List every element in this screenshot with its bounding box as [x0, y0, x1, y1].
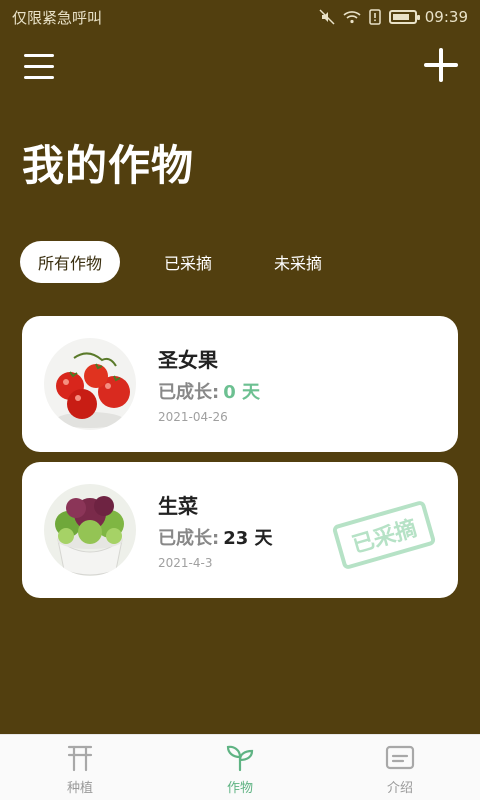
carrier-text: 仅限紧急呼叫	[12, 8, 103, 27]
status-bar: 仅限紧急呼叫 09:39	[0, 0, 480, 34]
tab-not-harvested[interactable]: 未采摘	[256, 241, 340, 283]
bottom-nav: 种植 作物 介绍	[0, 734, 480, 800]
mute-icon	[319, 9, 335, 25]
gate-icon	[67, 745, 93, 772]
menu-icon[interactable]	[24, 48, 58, 82]
filter-tabs: 所有作物 已采摘 未采摘	[20, 241, 340, 283]
growth-info: 已成长: 23 天	[158, 524, 273, 550]
nav-label: 种植	[66, 781, 93, 796]
crop-card[interactable]: 圣女果 已成长: 0 天 2021-04-26	[22, 316, 458, 452]
nav-item-crops[interactable]: 作物	[160, 735, 320, 800]
growth-days: 0 天	[223, 382, 260, 403]
nav-item-planting[interactable]: 种植	[0, 735, 160, 800]
growth-days: 23 天	[223, 528, 273, 549]
alert-icon	[369, 9, 381, 25]
crop-name: 生菜	[158, 494, 198, 518]
growth-label: 已成长:	[158, 382, 220, 403]
top-bar	[0, 44, 480, 90]
harvested-stamp: 已采摘	[331, 499, 437, 571]
sprout-icon	[226, 745, 254, 772]
nav-item-intro[interactable]: 介绍	[320, 735, 480, 800]
planting-date: 2021-04-26	[158, 410, 228, 424]
card-icon	[385, 745, 415, 770]
crop-photo-tomato	[44, 338, 136, 430]
growth-info: 已成长: 0 天	[158, 378, 260, 404]
crop-photo-lettuce	[44, 484, 136, 576]
battery-icon	[388, 10, 420, 24]
growth-label: 已成长:	[158, 528, 220, 549]
tab-harvested[interactable]: 已采摘	[146, 241, 230, 283]
nav-label: 作物	[226, 781, 253, 796]
planting-date: 2021-4-3	[158, 556, 213, 570]
tab-all-crops[interactable]: 所有作物	[20, 241, 121, 283]
status-icons: 09:39	[319, 8, 468, 26]
wifi-icon	[343, 11, 361, 24]
crop-card[interactable]: 生菜 已成长: 23 天 2021-4-3 已采摘	[22, 462, 458, 598]
crop-name: 圣女果	[158, 348, 218, 372]
page-title: 我的作物	[22, 141, 195, 190]
nav-label: 介绍	[386, 781, 413, 796]
clock: 09:39	[424, 8, 468, 26]
plus-icon[interactable]	[424, 48, 458, 82]
